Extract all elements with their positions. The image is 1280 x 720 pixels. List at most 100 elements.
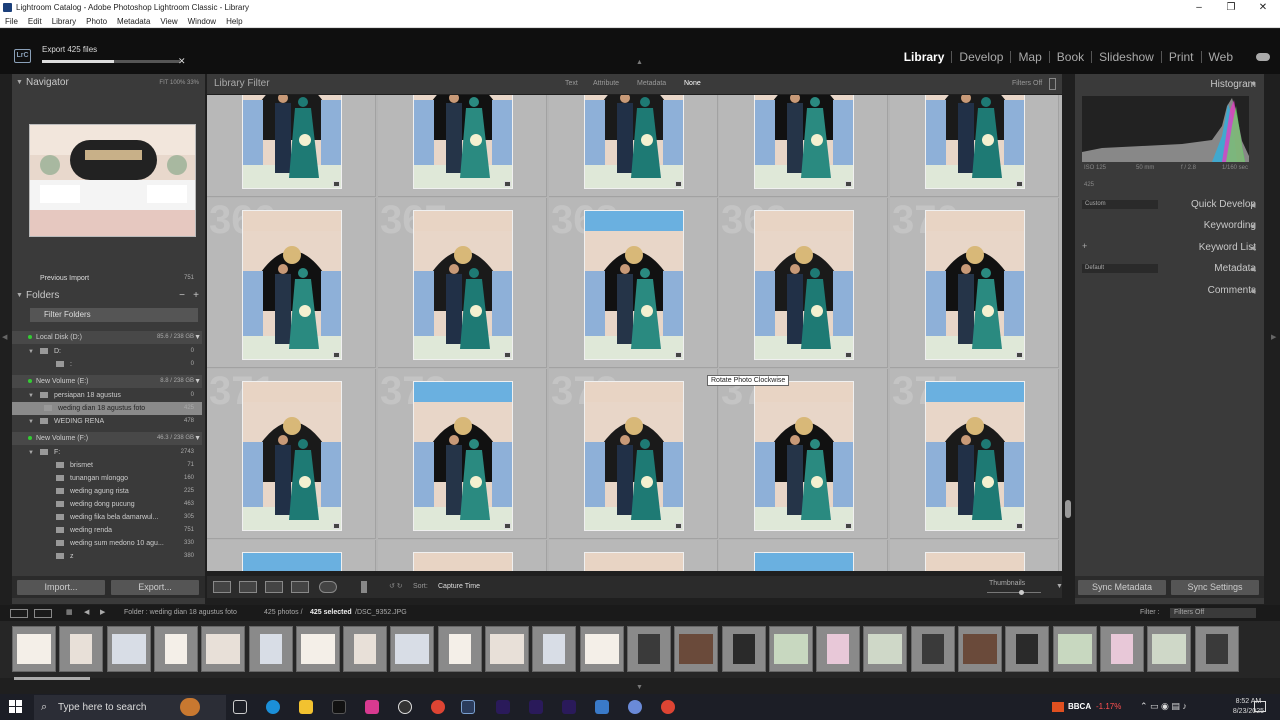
filmstrip-thumbnail[interactable] [485, 626, 529, 672]
module-library[interactable]: Library [897, 51, 953, 63]
remove-folder-icon[interactable]: − [179, 287, 185, 305]
grid-cell[interactable] [890, 95, 1059, 197]
rotate-icons[interactable]: ↺ ↻ [389, 582, 403, 590]
badge-icon[interactable] [845, 352, 852, 358]
grid-cell[interactable] [719, 95, 888, 197]
filter-tab-metadata[interactable]: Metadata [637, 74, 666, 94]
collapse-triangle-icon[interactable]: ◀ [1250, 201, 1255, 209]
compare-view-icon[interactable] [265, 581, 283, 593]
histogram-graph[interactable] [1082, 96, 1249, 162]
folder-row[interactable]: tunangan mlonggo 160 [12, 472, 202, 485]
filmstrip-thumbnail[interactable] [674, 626, 719, 672]
module-print[interactable]: Print [1162, 51, 1202, 63]
taskbar-search-input[interactable]: ⌕ Type here to search [34, 695, 226, 720]
badge-icon[interactable] [333, 352, 340, 358]
filmstrip-thumbnail[interactable] [437, 626, 482, 672]
filmstrip-thumbnail[interactable] [816, 626, 861, 672]
spray-can-icon[interactable] [361, 581, 367, 593]
windows-start-icon[interactable] [9, 700, 22, 713]
grid-cell[interactable] [378, 540, 547, 571]
badge-icon[interactable] [504, 352, 511, 358]
filmstrip-thumbnail[interactable] [1194, 626, 1239, 672]
filmstrip-thumbnail[interactable] [248, 626, 293, 672]
badge-icon[interactable] [333, 181, 340, 187]
photo-thumbnail[interactable] [242, 381, 342, 531]
filmstrip-thumbnail[interactable] [768, 626, 813, 672]
photo-thumbnail[interactable] [584, 381, 684, 531]
menu-file[interactable]: File [5, 17, 18, 26]
import-button[interactable]: Import... [17, 580, 105, 595]
collapse-triangle-icon[interactable]: ◀ [1250, 222, 1255, 230]
grid-cell[interactable] [719, 540, 888, 571]
app-icon[interactable] [628, 700, 642, 714]
grid-cell[interactable]: 369 [719, 198, 888, 368]
restore-icon[interactable]: ❐ [1216, 0, 1246, 15]
grid-cell[interactable] [207, 95, 376, 197]
tray-icons[interactable]: ⌃ ▭ ◉ ▤ ♪ [1140, 701, 1187, 712]
expand-left-icon[interactable]: ◀ [2, 333, 7, 341]
filter-folders-input[interactable]: Filter Folders [30, 308, 198, 322]
second-window-icon[interactable] [34, 609, 52, 618]
grid-cell[interactable] [207, 540, 376, 571]
close-icon[interactable]: ✕ [1248, 0, 1278, 15]
grid-cell[interactable]: 375 [890, 369, 1059, 539]
module-web[interactable]: Web [1202, 51, 1240, 63]
filmstrip-thumbnail[interactable] [106, 626, 151, 672]
people-view-icon[interactable] [319, 581, 337, 593]
edge-icon[interactable] [266, 700, 280, 714]
thumbnail-size-handle[interactable] [1019, 590, 1024, 595]
grid-cell[interactable]: 366 [207, 198, 376, 368]
filmstrip-thumbnail[interactable] [295, 626, 340, 672]
photo-thumbnail[interactable] [754, 552, 854, 571]
saved-preset-select[interactable]: Custom [1082, 200, 1158, 209]
filmstrip-thumbnail[interactable] [579, 626, 624, 672]
menu-metadata[interactable]: Metadata [117, 17, 150, 26]
badge-icon[interactable] [675, 352, 682, 358]
filmstrip-thumbnail[interactable] [201, 626, 246, 672]
photo-thumbnail[interactable] [413, 381, 513, 531]
navigator-header[interactable]: ▼ Navigator FIT 100% 33% [12, 74, 205, 92]
folder-row[interactable]: weding sum medono 10 agu... 330 [12, 537, 202, 550]
app-icon[interactable] [595, 700, 609, 714]
photo-thumbnail[interactable] [925, 210, 1025, 360]
folder-row[interactable]: Local Disk (D:) 85.6 / 238 GB ▼ [12, 331, 202, 344]
grid-cell[interactable] [549, 95, 718, 197]
folder-row[interactable]: :0 [12, 358, 202, 371]
chrome-icon[interactable] [431, 700, 445, 714]
grid-cell[interactable]: 371 [207, 369, 376, 539]
menu-help[interactable]: Help [226, 17, 242, 26]
module-slideshow[interactable]: Slideshow [1092, 51, 1162, 63]
keywording-header[interactable]: Keywording [1204, 220, 1256, 231]
filmstrip-thumbnail[interactable] [343, 626, 388, 672]
filmstrip-thumbnail[interactable] [1005, 626, 1050, 672]
media-encoder-icon[interactable] [496, 700, 510, 714]
photo-thumbnail[interactable] [413, 95, 513, 189]
toolbar-menu-icon[interactable]: ▼ [1056, 583, 1063, 590]
grid-scrollbar-thumb[interactable] [1065, 500, 1071, 518]
photo-thumbnail[interactable] [754, 95, 854, 189]
navigator-zoom-options[interactable]: FIT 100% 33% [159, 74, 199, 92]
filmstrip-filter-select[interactable]: Filters Off [1170, 608, 1256, 618]
grid-cell[interactable] [378, 95, 547, 197]
photo-thumbnail[interactable] [413, 210, 513, 360]
back-icon[interactable]: ◀ [84, 605, 89, 621]
folder-row[interactable]: weding dong pucung 463 [12, 498, 202, 511]
photo-thumbnail[interactable] [754, 210, 854, 360]
badge-icon[interactable] [845, 523, 852, 529]
badge-icon[interactable] [504, 181, 511, 187]
badge-icon[interactable] [333, 523, 340, 529]
photo-thumbnail[interactable] [584, 552, 684, 571]
folder-row[interactable]: z 380 [12, 550, 202, 563]
metadata-preset-select[interactable]: Default [1082, 264, 1158, 273]
grid-view-icon[interactable] [213, 581, 231, 593]
filmstrip-thumbnail[interactable] [532, 626, 577, 672]
menu-edit[interactable]: Edit [28, 17, 42, 26]
after-effects-icon[interactable] [529, 700, 543, 714]
folders-header[interactable]: ▼ Folders − + [12, 287, 205, 305]
sync-settings-button[interactable]: Sync Settings [1171, 580, 1259, 595]
filter-tab-none[interactable]: None [684, 74, 701, 94]
folder-row[interactable]: ▼ WEDING RENA 478 [12, 415, 202, 428]
collapse-triangle-icon[interactable]: ▼ [1250, 81, 1257, 88]
filter-preset-select[interactable]: Filters Off [1012, 74, 1042, 94]
photo-thumbnail[interactable] [242, 210, 342, 360]
